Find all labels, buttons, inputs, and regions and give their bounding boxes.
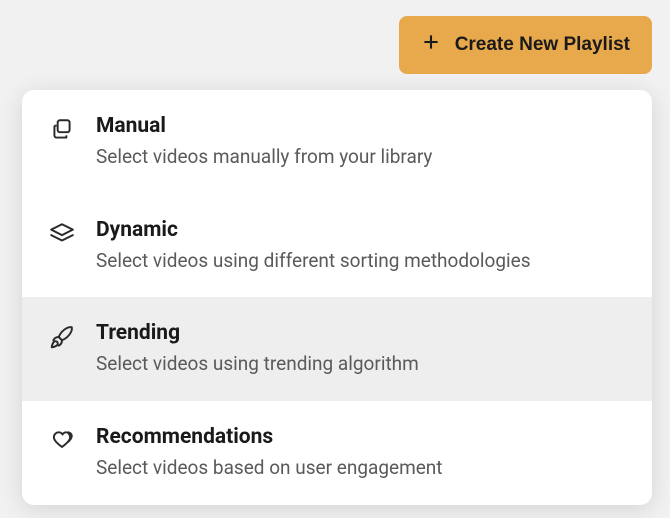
option-desc: Select videos using trending algorithm <box>96 351 626 377</box>
option-title: Recommendations <box>96 425 626 449</box>
option-desc: Select videos based on user engagement <box>96 455 626 481</box>
playlist-type-dropdown: Manual Select videos manually from your … <box>22 90 652 505</box>
option-trending[interactable]: Trending Select videos using trending al… <box>22 297 652 401</box>
option-recommendations[interactable]: Recommendations Select videos based on u… <box>22 401 652 505</box>
option-desc: Select videos manually from your library <box>96 144 626 170</box>
create-playlist-button[interactable]: Create New Playlist <box>399 16 652 74</box>
rocket-icon <box>48 323 76 351</box>
hearts-icon <box>48 427 76 455</box>
option-title: Dynamic <box>96 218 626 242</box>
option-text: Recommendations Select videos based on u… <box>96 425 626 481</box>
option-dynamic[interactable]: Dynamic Select videos using different so… <box>22 194 652 298</box>
layers-icon <box>48 220 76 248</box>
option-manual[interactable]: Manual Select videos manually from your … <box>22 90 652 194</box>
copy-icon <box>48 116 76 144</box>
option-desc: Select videos using different sorting me… <box>96 248 626 274</box>
option-text: Manual Select videos manually from your … <box>96 114 626 170</box>
option-text: Dynamic Select videos using different so… <box>96 218 626 274</box>
create-playlist-label: Create New Playlist <box>455 34 630 56</box>
plus-icon <box>421 32 441 58</box>
option-title: Trending <box>96 321 626 345</box>
option-title: Manual <box>96 114 626 138</box>
option-text: Trending Select videos using trending al… <box>96 321 626 377</box>
